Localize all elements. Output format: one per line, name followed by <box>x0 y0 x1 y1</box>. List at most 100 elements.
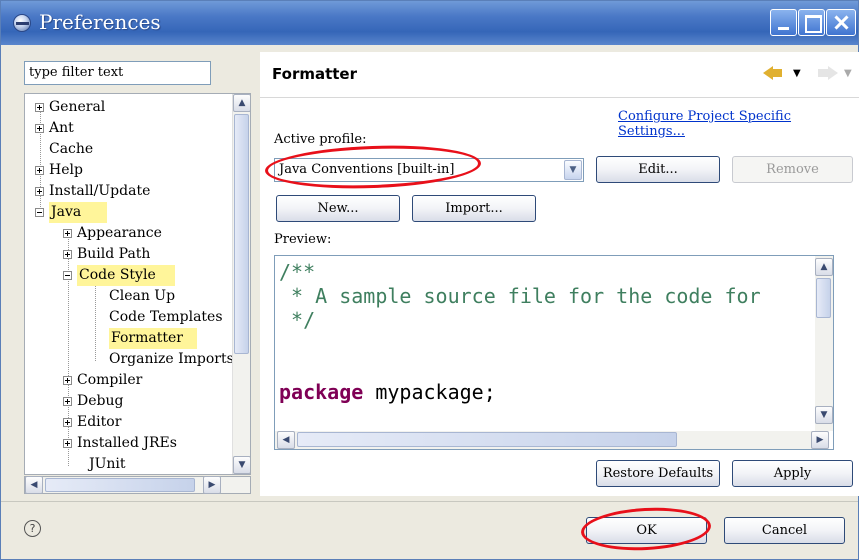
preferences-window: Preferences type filter text General Ant… <box>0 0 859 560</box>
expand-icon[interactable] <box>63 229 72 238</box>
back-dropdown-icon[interactable]: ▼ <box>793 68 801 79</box>
tree-item-code-style[interactable]: Code Style <box>63 265 175 286</box>
window-title: Preferences <box>39 10 161 34</box>
collapse-icon[interactable] <box>35 208 44 217</box>
tree-item-formatter[interactable]: Formatter <box>109 328 197 349</box>
ok-button[interactable]: OK <box>586 517 707 544</box>
scroll-thumb[interactable] <box>297 432 677 447</box>
tree-item-label: Install/Update <box>49 183 151 199</box>
tree-item-install-update[interactable]: Install/Update <box>35 181 150 202</box>
tree-item-label: Installed JREs <box>77 435 177 451</box>
forward-dropdown-icon[interactable]: ▼ <box>844 68 852 79</box>
expand-icon[interactable] <box>63 439 72 448</box>
expand-icon[interactable] <box>63 376 72 385</box>
tree-item-label: Clean Up <box>109 288 176 304</box>
new-button[interactable]: New... <box>276 195 400 222</box>
active-profile-label: Active profile: <box>274 132 367 147</box>
tree-item-clean-up[interactable]: Clean Up <box>109 286 175 307</box>
active-profile-select[interactable]: Java Conventions [built-in] ▼ <box>274 158 584 182</box>
tree-item-label: Help <box>49 162 83 178</box>
expand-icon[interactable] <box>35 166 44 175</box>
active-profile-value: Java Conventions [built-in] <box>279 162 455 177</box>
expand-icon[interactable] <box>35 124 44 133</box>
code-keyword: package <box>279 380 364 404</box>
expand-icon[interactable] <box>35 103 44 112</box>
code-line: * A sample source file for the code for <box>279 284 761 308</box>
scroll-left-icon[interactable]: ◀ <box>25 476 43 494</box>
page-header: Formatter ▼ ▼ <box>260 52 859 98</box>
code-line: */ <box>279 308 316 332</box>
cancel-button[interactable]: Cancel <box>724 517 845 544</box>
back-arrow-icon[interactable] <box>763 66 783 80</box>
preview-label: Preview: <box>274 232 332 247</box>
scroll-thumb[interactable] <box>234 114 249 354</box>
tree-item-cache[interactable]: Cache <box>49 139 93 160</box>
tree-item-label: Java <box>49 202 107 223</box>
expand-icon[interactable] <box>63 250 72 259</box>
tree-item-general[interactable]: General <box>35 97 105 118</box>
tree-item-appearance[interactable]: Appearance <box>63 223 162 244</box>
tree-horizontal-scrollbar[interactable]: ◀ ▶ <box>24 476 251 494</box>
preview-vertical-scrollbar[interactable]: ▲ ▼ <box>815 256 833 431</box>
tree-vertical-scrollbar[interactable]: ▲ ▼ <box>232 94 250 474</box>
scroll-thumb[interactable] <box>45 478 195 492</box>
forward-arrow-icon[interactable] <box>818 66 838 80</box>
scroll-right-icon[interactable]: ▶ <box>203 476 221 494</box>
tree-item-label: JUnit <box>89 456 126 472</box>
tree-item-label: Editor <box>77 414 122 430</box>
page-title: Formatter <box>272 65 358 83</box>
tree-item-editor[interactable]: Editor <box>63 412 121 433</box>
close-button[interactable] <box>826 9 856 36</box>
code-line: mypackage; <box>363 380 496 404</box>
tree-item-debug[interactable]: Debug <box>63 391 123 412</box>
minimize-button[interactable] <box>770 9 797 36</box>
scroll-up-icon[interactable]: ▲ <box>815 258 833 276</box>
filter-input[interactable]: type filter text <box>24 61 211 85</box>
import-button[interactable]: Import... <box>412 195 536 222</box>
preview-horizontal-scrollbar[interactable]: ◀ ▶ <box>275 431 829 449</box>
tree-item-label: Appearance <box>77 225 162 241</box>
restore-defaults-button[interactable]: Restore Defaults <box>596 460 720 487</box>
tree-item-label: Formatter <box>109 328 197 349</box>
scroll-down-icon[interactable]: ▼ <box>233 456 250 474</box>
tree-item-label: Code Templates <box>109 309 223 325</box>
scroll-up-icon[interactable]: ▲ <box>233 94 250 112</box>
eclipse-icon <box>13 14 31 32</box>
tree-item-label: Compiler <box>77 372 143 388</box>
tree-item-organize-imports[interactable]: Organize Imports <box>109 349 234 370</box>
tree-item-build-path[interactable]: Build Path <box>63 244 150 265</box>
configure-project-settings-link[interactable]: Configure Project Specific Settings... <box>618 109 858 139</box>
tree-item-help[interactable]: Help <box>35 160 83 181</box>
tree-item-ant[interactable]: Ant <box>35 118 74 139</box>
help-icon[interactable]: ? <box>24 520 41 537</box>
tree-item-code-templates[interactable]: Code Templates <box>109 307 223 328</box>
tree-item-java[interactable]: Java <box>35 202 107 223</box>
apply-button[interactable]: Apply <box>732 460 853 487</box>
tree-item-installed-jres[interactable]: Installed JREs <box>63 433 177 454</box>
scroll-thumb[interactable] <box>816 278 831 318</box>
tree-item-label: Code Style <box>77 265 175 286</box>
code-line: /** <box>279 260 316 284</box>
title-bar[interactable]: Preferences <box>1 1 858 45</box>
tree-item-label: Cache <box>49 141 94 157</box>
collapse-icon[interactable] <box>63 271 72 280</box>
scroll-left-icon[interactable]: ◀ <box>277 431 295 449</box>
preview-code: /** * A sample source file for the code … <box>279 260 761 404</box>
tree-item-label: Build Path <box>77 246 151 262</box>
edit-button[interactable]: Edit... <box>596 156 720 183</box>
tree-connector <box>95 277 96 361</box>
expand-icon[interactable] <box>63 397 72 406</box>
tree-item-label: General <box>49 99 106 115</box>
tree-item-label: Ant <box>49 120 74 136</box>
remove-button[interactable]: Remove <box>732 156 853 183</box>
expand-icon[interactable] <box>63 418 72 427</box>
scroll-right-icon[interactable]: ▶ <box>811 431 829 449</box>
tree-item-junit[interactable]: JUnit <box>89 454 126 474</box>
chevron-down-icon[interactable]: ▼ <box>564 160 582 180</box>
tree-item-label: Organize Imports <box>109 351 234 367</box>
expand-icon[interactable] <box>35 187 44 196</box>
maximize-button[interactable] <box>798 9 825 36</box>
tree-item-compiler[interactable]: Compiler <box>63 370 142 391</box>
code-preview[interactable]: /** * A sample source file for the code … <box>274 255 834 450</box>
scroll-down-icon[interactable]: ▼ <box>815 406 833 424</box>
